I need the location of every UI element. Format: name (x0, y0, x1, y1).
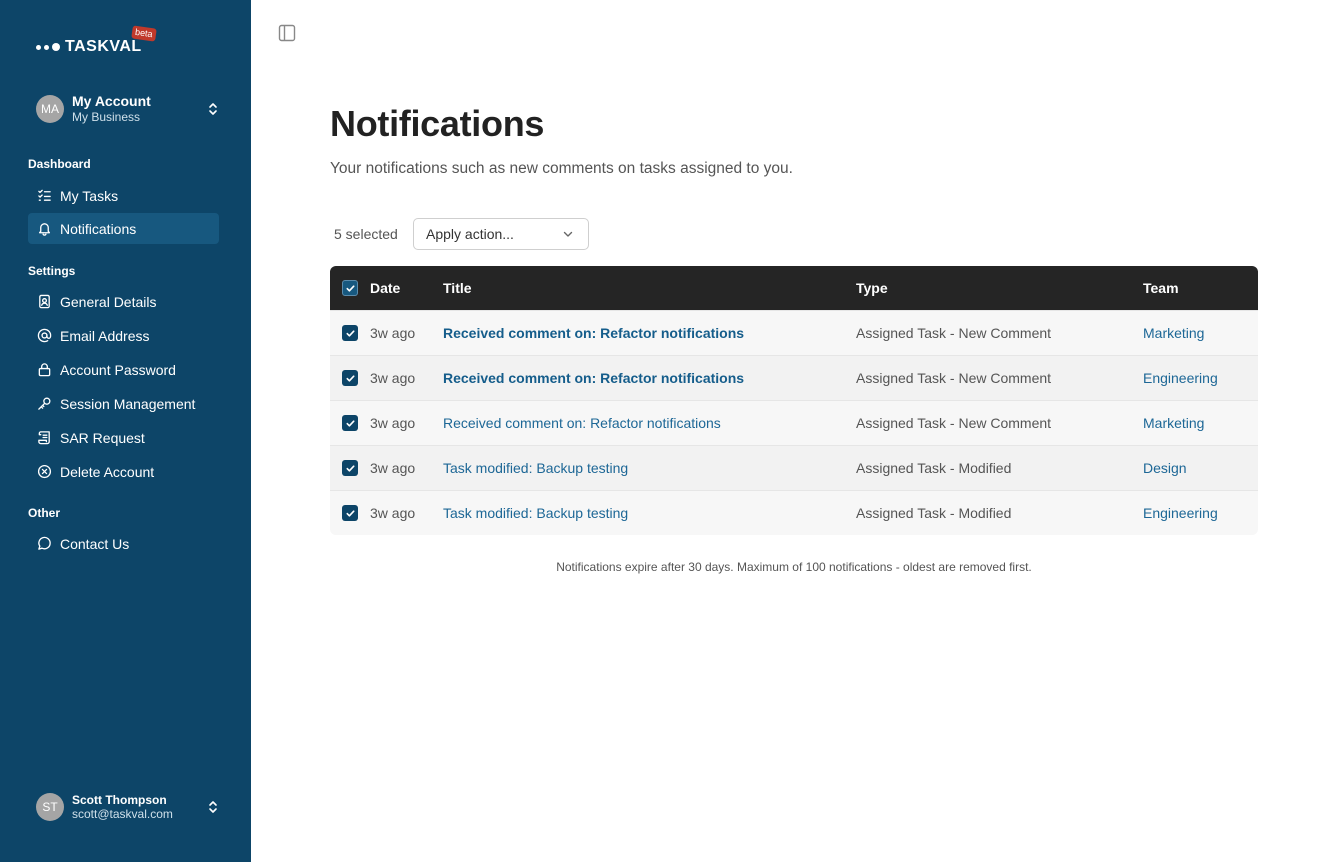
row-team-link[interactable]: Engineering (1143, 505, 1218, 521)
account-business: My Business (72, 110, 141, 124)
logo-text: TASKVAL (65, 38, 142, 55)
logo-dots-icon (36, 43, 60, 51)
logo[interactable]: TASKVAL beta (36, 25, 157, 56)
sidebar-item-general-details[interactable]: General Details (28, 286, 219, 317)
table-row[interactable]: 3w ago Task modified: Backup testing Assig… (330, 445, 1258, 490)
sidebar-item-delete-account[interactable]: Delete Account (28, 456, 219, 487)
row-type: Assigned Task - New Comment (856, 325, 1052, 341)
scroll-icon (36, 430, 52, 446)
sidebar-item-label: Account Password (60, 361, 176, 378)
chevron-down-icon (563, 231, 573, 237)
user-avatar: ST (36, 793, 64, 821)
row-type: Assigned Task - New Comment (856, 415, 1052, 431)
column-header-title[interactable]: Title (443, 280, 472, 296)
notifications-table: Date Title Type Team 3w ago Received comm… (330, 266, 1258, 535)
sidebar-item-account-password[interactable]: Account Password (28, 354, 219, 385)
row-checkbox[interactable] (342, 415, 358, 431)
section-label-dashboard: Dashboard (28, 157, 91, 171)
key-icon (36, 396, 52, 412)
chevrons-up-down-icon (206, 798, 220, 816)
account-name: My Account (72, 93, 151, 109)
row-team-link[interactable]: Design (1143, 460, 1187, 476)
sidebar-item-label: Notifications (60, 220, 137, 237)
row-date: 3w ago (370, 460, 416, 476)
sidebar-item-label: SAR Request (60, 429, 145, 446)
bell-icon (36, 221, 52, 237)
row-title-link[interactable]: Task modified: Backup testing (443, 505, 628, 521)
sidebar-item-label: My Tasks (60, 187, 119, 204)
row-title-link[interactable]: Received comment on: Refactor notificati… (443, 370, 744, 386)
row-date: 3w ago (370, 415, 416, 431)
sidebar-item-label: Delete Account (60, 463, 155, 480)
row-checkbox[interactable] (342, 505, 358, 521)
section-label-settings: Settings (28, 264, 76, 278)
sidebar-item-label: Contact Us (60, 535, 130, 552)
column-header-type[interactable]: Type (856, 280, 888, 296)
column-header-date[interactable]: Date (370, 280, 400, 296)
row-checkbox[interactable] (342, 460, 358, 476)
sidebar-item-label: Session Management (60, 395, 196, 412)
table-row[interactable]: 3w ago Received comment on: Refactor noti… (330, 355, 1258, 400)
table-row[interactable]: 3w ago Received comment on: Refactor noti… (330, 400, 1258, 445)
sidebar-item-email-address[interactable]: Email Address (28, 320, 219, 351)
row-team-link[interactable]: Marketing (1143, 325, 1204, 341)
row-type: Assigned Task - Modified (856, 460, 1012, 476)
apply-action-select[interactable]: Apply action... (413, 218, 589, 250)
table-row[interactable]: 3w ago Received comment on: Refactor noti… (330, 310, 1258, 355)
row-team-link[interactable]: Marketing (1143, 415, 1204, 431)
row-type: Assigned Task - Modified (856, 505, 1012, 521)
sidebar-item-session-management[interactable]: Session Management (28, 388, 219, 419)
row-checkbox[interactable] (342, 370, 358, 386)
at-sign-icon (36, 328, 52, 344)
message-circle-icon (36, 536, 52, 552)
row-date: 3w ago (370, 325, 416, 341)
sidebar-item-notifications[interactable]: Notifications (28, 213, 219, 244)
page-description: Your notifications such as new comments … (330, 160, 793, 177)
row-team-link[interactable]: Engineering (1143, 370, 1218, 386)
table-header: Date Title Type Team (330, 266, 1258, 310)
page-title: Notifications (330, 103, 545, 144)
sidebar-toggle-icon[interactable] (278, 24, 296, 42)
sidebar-item-sar-request[interactable]: SAR Request (28, 422, 219, 453)
user-name: Scott Thompson (72, 792, 167, 807)
user-menu[interactable]: ST Scott Thompson scott@taskval.com (36, 791, 220, 823)
row-title-link[interactable]: Task modified: Backup testing (443, 460, 628, 476)
row-title-link[interactable]: Received comment on: Refactor notificati… (443, 415, 721, 431)
row-title-link[interactable]: Received comment on: Refactor notificati… (443, 325, 744, 341)
apply-action-label: Apply action... (426, 226, 514, 242)
list-check-icon (36, 188, 52, 204)
table-row[interactable]: 3w ago Task modified: Backup testing Assig… (330, 490, 1258, 535)
section-label-other: Other (28, 506, 61, 520)
column-header-team[interactable]: Team (1143, 280, 1179, 296)
sidebar-item-contact-us[interactable]: Contact Us (28, 528, 219, 559)
id-card-icon (36, 294, 52, 310)
row-checkbox[interactable] (342, 325, 358, 341)
lock-icon (36, 362, 52, 378)
row-type: Assigned Task - New Comment (856, 370, 1052, 386)
account-switcher[interactable]: MA My Account My Business (36, 92, 220, 126)
sidebar-item-my-tasks[interactable]: My Tasks (28, 180, 219, 211)
chevrons-up-down-icon (206, 100, 220, 118)
sidebar: TASKVAL beta MA My Account My Business D… (0, 0, 251, 862)
user-email: scott@taskval.com (72, 806, 173, 821)
footnote: Notifications expire after 30 days. Maxi… (556, 560, 1032, 574)
select-all-checkbox[interactable] (342, 280, 358, 296)
row-date: 3w ago (370, 370, 416, 386)
row-date: 3w ago (370, 505, 416, 521)
selected-count: 5 selected (334, 226, 398, 242)
sidebar-item-label: Email Address (60, 327, 150, 344)
sidebar-item-label: General Details (60, 293, 157, 310)
account-avatar: MA (36, 95, 64, 123)
circle-x-icon (36, 464, 52, 480)
